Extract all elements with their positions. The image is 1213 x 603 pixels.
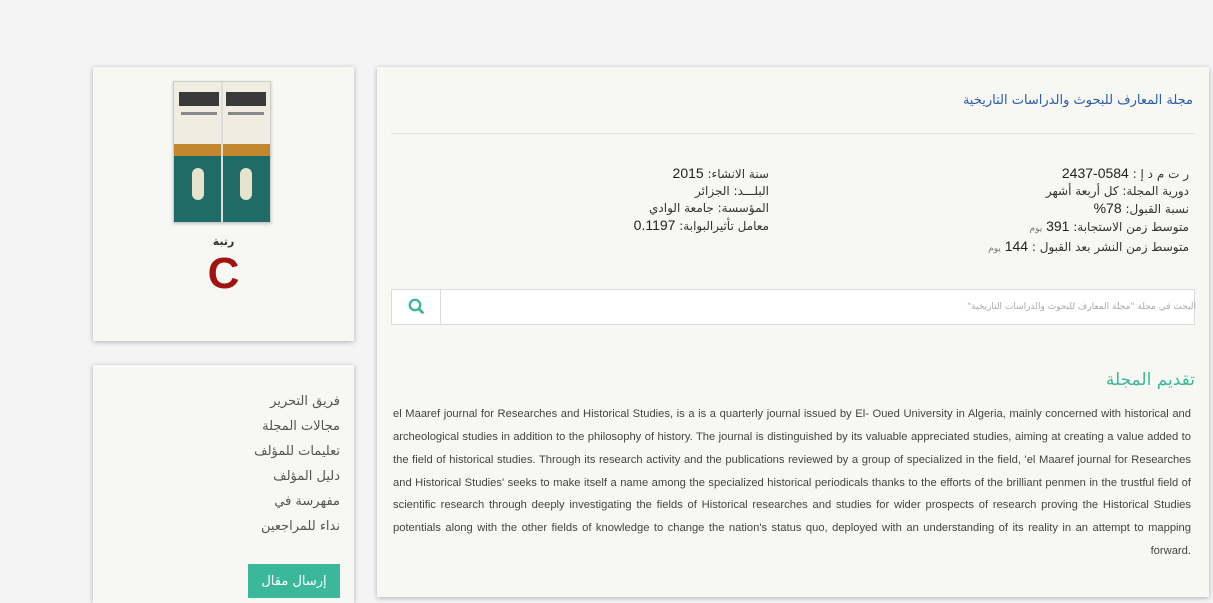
info-publication-time: متوسط زمن النشر بعد القبول : 144 يوم xyxy=(988,238,1189,254)
info-acceptance-rate: نسبة القبول: 78% xyxy=(1093,200,1189,216)
menu-item-author-guide[interactable]: دليل المؤلف xyxy=(273,469,340,484)
rank-value: C xyxy=(207,249,240,298)
search-input[interactable] xyxy=(442,290,1204,324)
journal-cover-card: رتبة C xyxy=(93,67,354,341)
journal-cover-image[interactable] xyxy=(173,81,271,223)
menu-item-author-instructions[interactable]: تعليمات للمؤلف xyxy=(254,444,340,459)
submit-article-button[interactable]: إرسال مقال xyxy=(248,564,340,598)
journal-title[interactable]: مجلة المعارف للبحوث والدراسات التاريخية xyxy=(963,93,1193,108)
info-institution: المؤسسة: جامعة الوادي xyxy=(649,201,769,215)
menu-item-indexed-in[interactable]: مفهرسة في xyxy=(274,494,340,509)
title-divider xyxy=(391,133,1195,134)
info-issn: ر ت م د إ : 0584-2437 xyxy=(1061,165,1189,181)
menu-item-journal-scope[interactable]: مجالات المجلة xyxy=(262,419,340,434)
rank-label: رتبة xyxy=(212,235,235,248)
intro-text: el Maaref journal for Researches and His… xyxy=(393,408,1191,557)
search-button[interactable] xyxy=(392,290,441,324)
journal-info-left: سنة الانشاء: 2015 البلـــد: الجزائر المؤ… xyxy=(634,165,769,235)
info-impact-factor: معامل تأثيرالبوابة: 0.1197 xyxy=(633,217,769,233)
info-founded-year: سنة الانشاء: 2015 xyxy=(672,165,769,181)
search-icon xyxy=(408,298,424,314)
menu-item-call-for-reviewers[interactable]: نداء للمراجعين xyxy=(261,519,340,534)
journal-main-card: مجلة المعارف للبحوث والدراسات التاريخية … xyxy=(377,67,1209,597)
journal-menu-card: فريق التحرير مجالات المجلة تعليمات للمؤل… xyxy=(93,365,354,603)
journal-search-bar xyxy=(391,289,1204,325)
info-country: البلـــد: الجزائر xyxy=(695,184,769,198)
intro-heading: تقديم المجلة xyxy=(1105,370,1195,390)
menu-item-editorial-team[interactable]: فريق التحرير xyxy=(270,394,340,409)
journal-info-right: ر ت م د إ : 0584-2437 دورية المجلة: كل أ… xyxy=(988,165,1189,258)
info-frequency: دورية المجلة: كل أربعة أشهر xyxy=(1045,184,1189,198)
info-response-time: متوسط زمن الاستجابة: 391 يوم xyxy=(1029,218,1190,234)
